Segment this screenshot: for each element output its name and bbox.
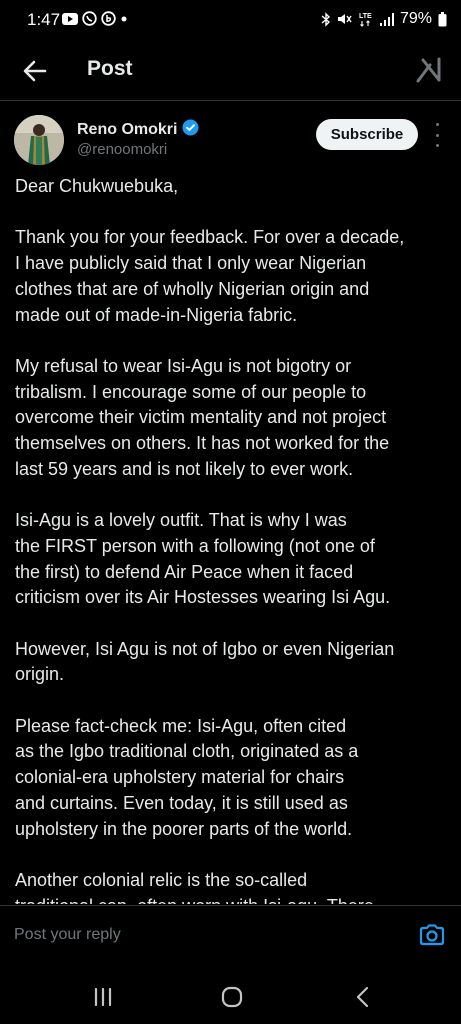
back-chevron-icon xyxy=(356,986,369,1008)
more-dot-icon xyxy=(435,123,439,126)
signal-bars-icon xyxy=(379,12,394,26)
bluetooth-icon xyxy=(321,11,331,27)
grok-icon xyxy=(416,57,441,83)
reply-bar: Post your reply xyxy=(0,905,461,963)
post-paragraph: Another colonial relic is the so-called … xyxy=(15,869,374,904)
more-dot-icon xyxy=(435,144,439,147)
status-notification-icons xyxy=(62,11,128,26)
camera-icon xyxy=(419,924,445,946)
svg-text:LTE: LTE xyxy=(359,13,372,20)
avatar[interactable] xyxy=(14,115,64,165)
top-header: Post xyxy=(0,42,461,101)
whatsapp-business-icon xyxy=(101,11,116,26)
battery-icon xyxy=(438,11,447,27)
status-bar: 1:47 LTE 79% xyxy=(0,0,461,42)
recent-apps-button[interactable] xyxy=(88,982,118,1012)
camera-button[interactable] xyxy=(418,921,446,949)
post-author-row: Reno Omokri @renoomokri Subscribe xyxy=(14,113,447,169)
arrow-left-icon xyxy=(23,60,47,82)
post-paragraph: Dear Chukwuebuka, xyxy=(15,176,179,196)
youtube-icon xyxy=(62,12,78,25)
reply-input[interactable]: Post your reply xyxy=(14,926,121,944)
home-icon xyxy=(221,986,243,1008)
status-time: 1:47 xyxy=(27,10,61,29)
home-button[interactable] xyxy=(217,982,247,1012)
post-paragraph: However, Isi Agu is not of Igbo or even … xyxy=(15,638,395,685)
post-paragraph: My refusal to wear Isi-Agu is not bigotr… xyxy=(15,355,390,479)
mute-icon xyxy=(337,12,352,26)
author-name-line: Reno Omokri xyxy=(77,119,199,141)
author-name[interactable]: Reno Omokri xyxy=(77,121,177,139)
system-back-button[interactable] xyxy=(348,982,378,1012)
grok-button[interactable] xyxy=(413,54,445,86)
back-button[interactable] xyxy=(20,56,50,86)
post-text: Dear Chukwuebuka, Thank you for your fee… xyxy=(15,174,451,904)
dot-icon xyxy=(120,15,128,23)
post-paragraph: Thank you for your feedback. For over a … xyxy=(15,227,405,325)
post-paragraph: Isi-Agu is a lovely outfit. That is why … xyxy=(15,510,391,608)
battery-percentage: 79% xyxy=(399,10,432,27)
verified-badge-icon xyxy=(182,119,199,141)
lte-signal-icon: LTE xyxy=(358,11,374,27)
post-paragraph: Please fact-check me: Isi-Agu, often cit… xyxy=(15,715,359,839)
more-options-button[interactable] xyxy=(432,123,442,147)
page-title: Post xyxy=(87,57,133,80)
recent-apps-icon xyxy=(94,988,112,1006)
status-system-icons: LTE 79% xyxy=(321,10,447,28)
system-nav-bar xyxy=(0,962,461,1024)
more-dot-icon xyxy=(435,133,439,137)
author-handle[interactable]: @renoomokri xyxy=(77,141,167,158)
whatsapp-icon xyxy=(82,11,97,26)
subscribe-button[interactable]: Subscribe xyxy=(316,119,418,150)
